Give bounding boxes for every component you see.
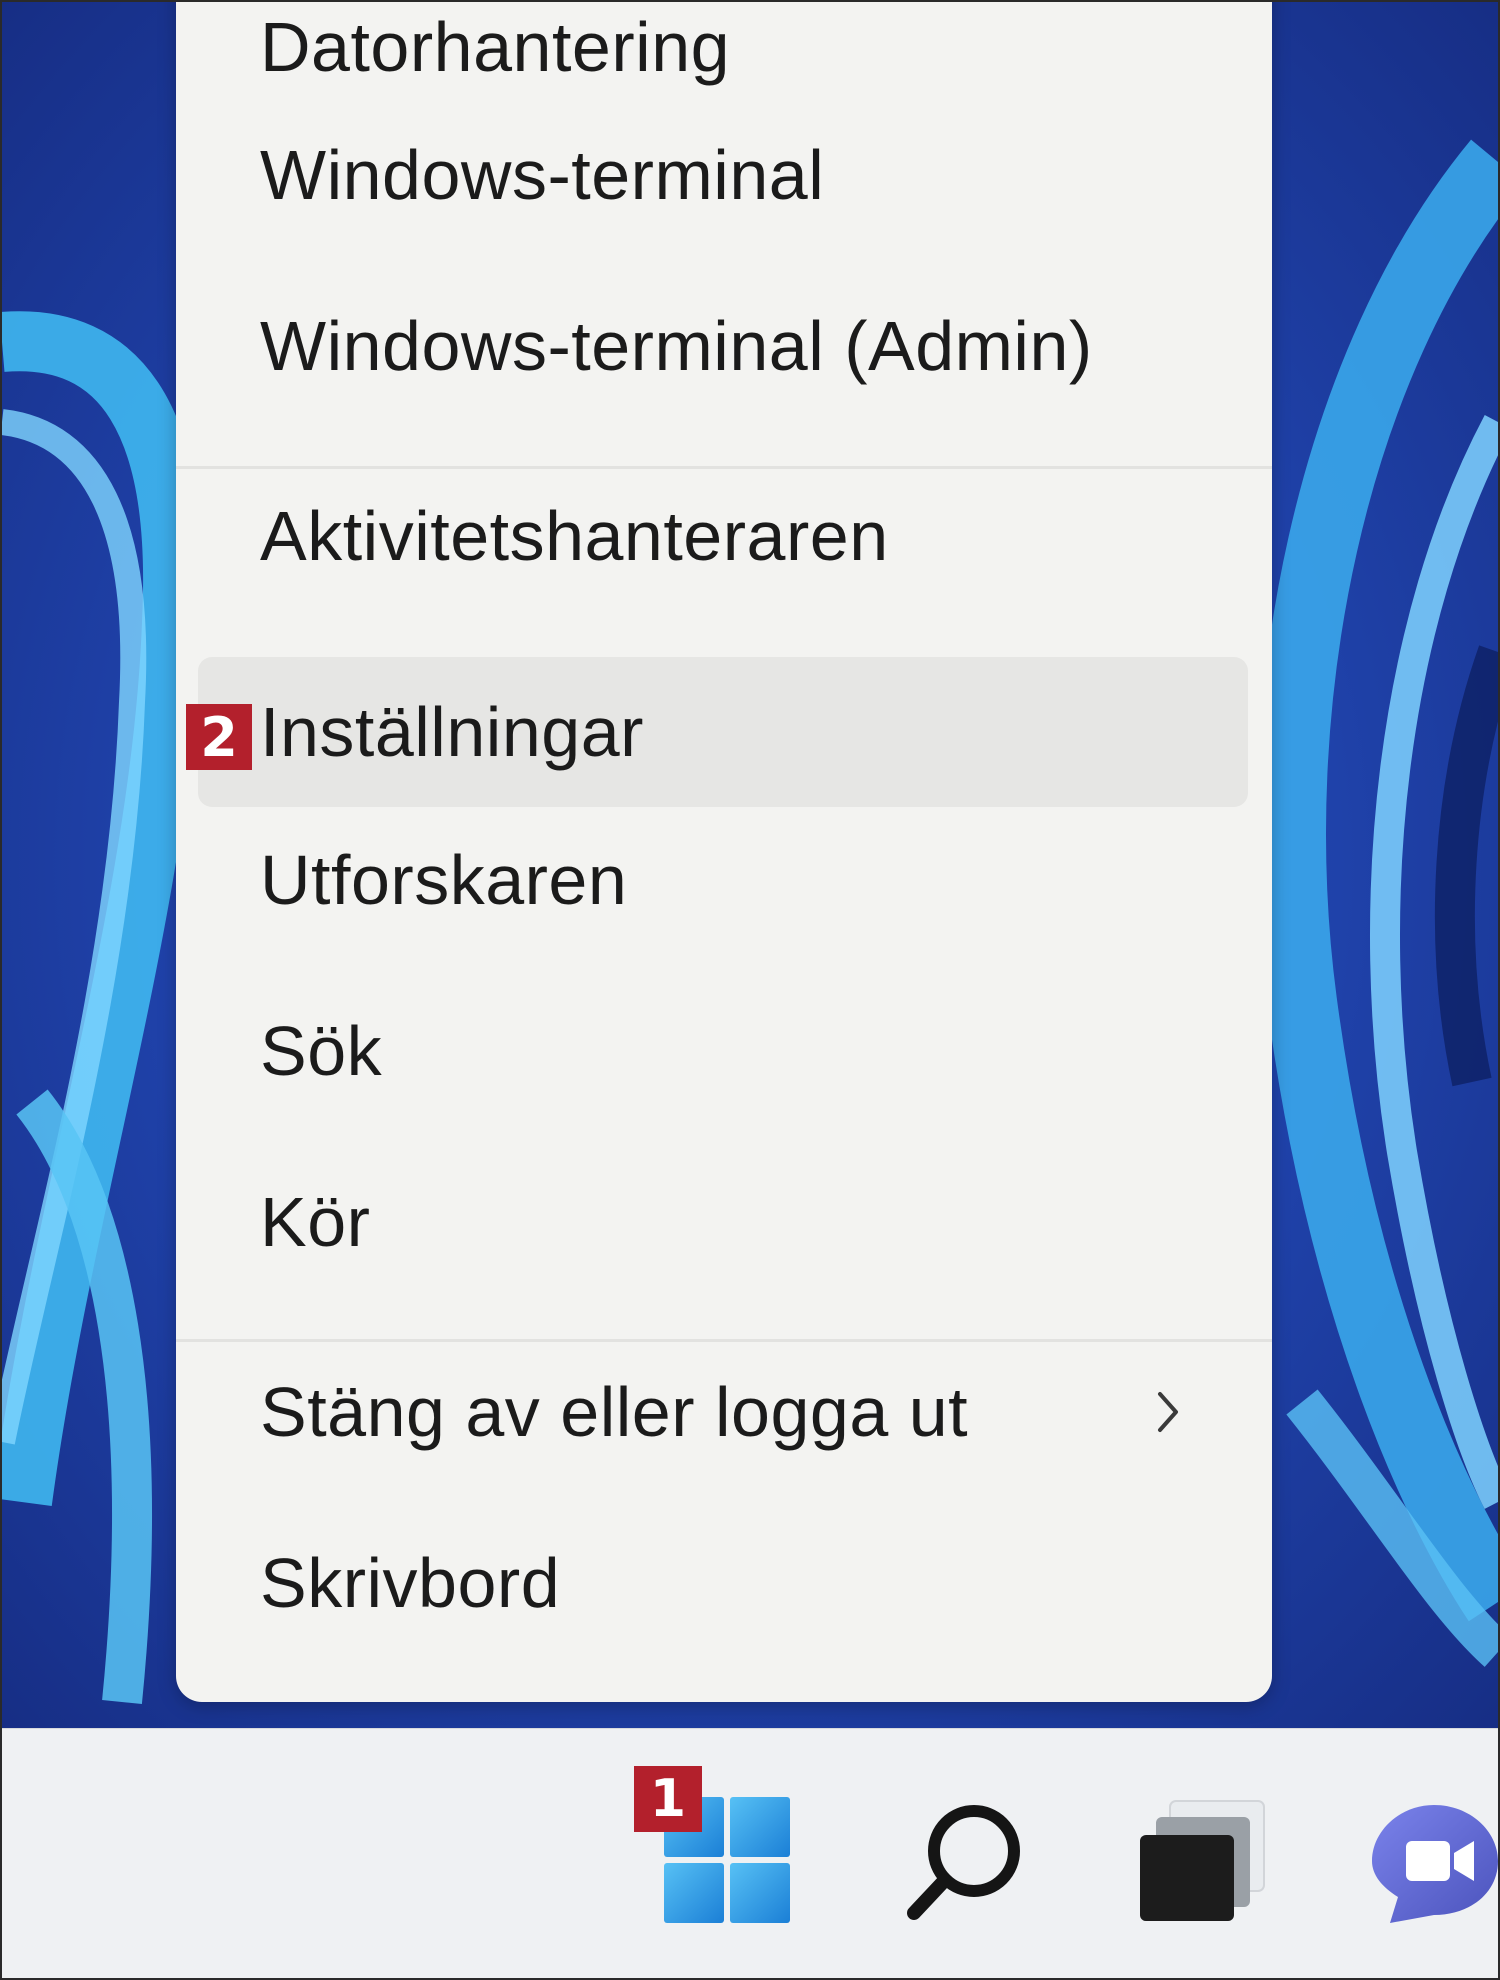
menu-item-label: Utforskaren (260, 841, 628, 919)
menu-item-skrivbord[interactable]: Skrivbord (176, 1508, 1272, 1658)
menu-item-label: Windows-terminal (260, 136, 825, 214)
search-icon[interactable] (904, 1799, 1028, 1923)
menu-item-kor[interactable]: Kör (176, 1147, 1272, 1297)
screenshot-frame: Datorhantering Windows-terminal Windows-… (0, 0, 1500, 1980)
menu-item-label: Inställningar (260, 693, 644, 771)
taskbar (2, 1728, 1498, 1978)
menu-item-installningar[interactable]: Inställningar (198, 657, 1248, 807)
annotation-marker-1: 1 (634, 1766, 702, 1832)
menu-item-label: Stäng av eller logga ut (260, 1373, 969, 1451)
teams-chat-icon[interactable] (1370, 1797, 1498, 1927)
menu-item-label: Windows-terminal (Admin) (260, 307, 1093, 385)
menu-item-stang-av-eller-logga-ut[interactable]: Stäng av eller logga ut (176, 1337, 1272, 1487)
menu-item-windows-terminal[interactable]: Windows-terminal (176, 100, 1272, 250)
menu-item-utforskaren[interactable]: Utforskaren (176, 805, 1272, 955)
menu-item-windows-terminal-admin[interactable]: Windows-terminal (Admin) (176, 271, 1272, 421)
menu-item-label: Datorhantering (260, 8, 731, 86)
start-context-menu: Datorhantering Windows-terminal Windows-… (176, 2, 1272, 1702)
menu-item-label: Sök (260, 1012, 383, 1090)
menu-item-label: Aktivitetshanteraren (260, 497, 889, 575)
menu-item-label: Kör (260, 1183, 371, 1261)
menu-item-label: Skrivbord (260, 1544, 561, 1622)
annotation-marker-2: 2 (186, 704, 252, 770)
chevron-right-icon (1158, 1392, 1178, 1432)
menu-item-sok[interactable]: Sök (176, 976, 1272, 1126)
task-view-icon[interactable] (1134, 1795, 1270, 1925)
menu-item-aktivitetshanteraren[interactable]: Aktivitetshanteraren (176, 461, 1272, 611)
